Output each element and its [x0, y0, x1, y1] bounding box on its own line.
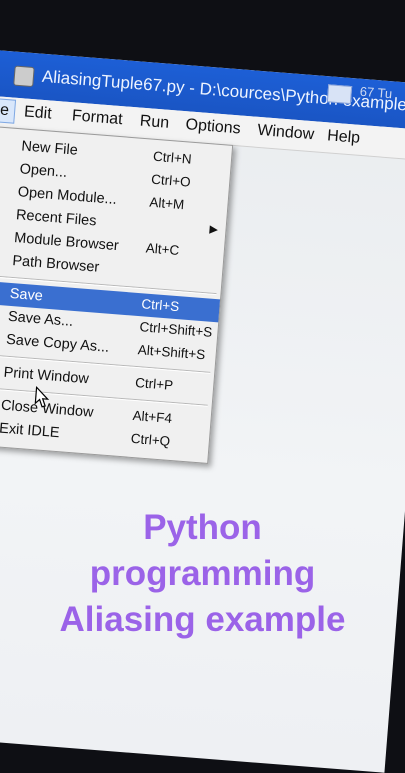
- mouse-pointer-icon: [34, 386, 50, 408]
- menu-window[interactable]: Window: [254, 122, 318, 145]
- caption-line-3: Aliasing example: [59, 600, 346, 639]
- menu-item-shortcut: Ctrl+N: [152, 148, 193, 167]
- menu-item-label: Save As...: [7, 308, 74, 330]
- menu-item-shortcut: Alt+F4: [132, 407, 173, 426]
- menu-item-shortcut: Alt+M: [148, 194, 185, 213]
- menu-item-label: Exit IDLE: [0, 420, 61, 442]
- menu-format[interactable]: Format: [68, 107, 126, 129]
- menu-edit[interactable]: Edit: [20, 103, 55, 124]
- menu-item-label: Path Browser: [11, 253, 100, 276]
- menu-item-shortcut: Alt+Shift+S: [137, 342, 206, 363]
- menu-item-shortcut: Ctrl+P: [134, 375, 174, 393]
- menu-item-shortcut: Ctrl+Q: [130, 430, 171, 449]
- menu-item-shortcut: Ctrl+S: [140, 296, 180, 315]
- menu-item-label: Save Copy As...: [5, 331, 110, 356]
- menu-item-label: Save: [9, 285, 44, 305]
- idle-app-icon: [13, 65, 35, 88]
- minimize-button[interactable]: [326, 84, 353, 105]
- menu-item-label: New File: [20, 138, 79, 159]
- menu-item-label: Print Window: [3, 364, 90, 388]
- menu-options[interactable]: Options: [182, 116, 244, 139]
- menu-item-label: Open...: [19, 161, 68, 181]
- menu-item-label: Recent Files: [15, 207, 98, 230]
- menu-item-shortcut: Alt+C: [145, 240, 180, 259]
- idle-window: AliasingTuple67.py - D:\cources\Python e…: [0, 48, 405, 773]
- menu-help[interactable]: Help: [323, 127, 363, 148]
- file-menu-dropdown: New File Ctrl+N Open... Ctrl+O Open Modu…: [0, 126, 234, 464]
- menu-file[interactable]: File: [0, 96, 16, 124]
- background-window-title: 67 Tu: [359, 83, 393, 102]
- submenu-arrow-icon: ▶: [209, 223, 219, 236]
- caption-line-2: programming: [89, 554, 316, 593]
- menu-item-shortcut: Ctrl+Shift+S: [139, 319, 213, 340]
- menu-item-shortcut: Ctrl+O: [150, 171, 192, 190]
- caption-line-1: Python: [143, 508, 262, 547]
- video-caption: Python programming Aliasing example: [0, 505, 405, 643]
- menu-run[interactable]: Run: [136, 112, 173, 133]
